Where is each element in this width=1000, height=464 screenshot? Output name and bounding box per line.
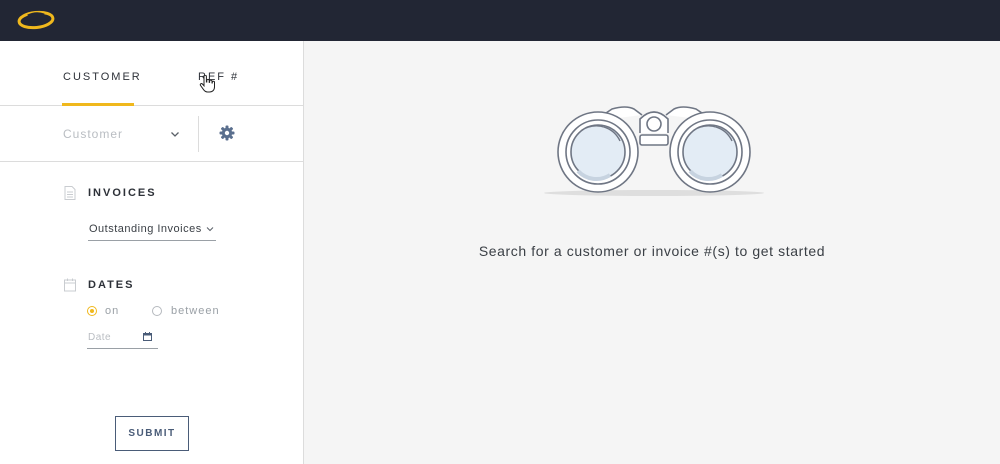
date-mode-on-radio[interactable]: [87, 306, 97, 316]
submit-button[interactable]: SUBMIT: [115, 416, 189, 451]
empty-state-message: Search for a customer or invoice #(s) to…: [478, 243, 826, 259]
date-mode-between-label[interactable]: between: [171, 305, 220, 317]
customer-select[interactable]: Customer: [63, 125, 183, 145]
date-input[interactable]: Date: [87, 329, 158, 349]
date-input-placeholder: Date: [88, 332, 112, 343]
vertical-divider: [198, 116, 199, 152]
search-tabs: CUSTOMER REF #: [0, 41, 303, 106]
top-navbar: [0, 0, 1000, 41]
date-mode-on-label[interactable]: on: [105, 305, 119, 317]
chevron-down-icon: [206, 227, 214, 232]
submit-button-label: SUBMIT: [128, 428, 176, 439]
calendar-picker-icon[interactable]: [143, 332, 152, 341]
binoculars-icon: [544, 106, 764, 196]
swoosh-logo-icon[interactable]: [14, 7, 58, 33]
invoice-filter-value: Outstanding Invoices: [89, 223, 202, 235]
search-sidebar: CUSTOMER REF # Customer INVOICES Outstan…: [0, 41, 304, 464]
invoices-section-title: INVOICES: [88, 187, 157, 199]
gear-icon[interactable]: [219, 125, 235, 141]
chevron-down-icon: [171, 132, 179, 137]
calendar-icon: [64, 278, 76, 292]
dates-section-title: DATES: [88, 279, 135, 291]
date-mode-between-radio[interactable]: [152, 306, 162, 316]
customer-select-placeholder: Customer: [63, 127, 124, 141]
invoice-filter-select[interactable]: Outstanding Invoices: [88, 219, 216, 241]
hand-cursor-icon: [199, 75, 215, 93]
results-panel: Search for a customer or invoice #(s) to…: [304, 41, 1000, 464]
tab-customer[interactable]: CUSTOMER: [63, 71, 142, 83]
document-icon: [64, 186, 76, 200]
customer-search-row: Customer: [0, 106, 303, 162]
